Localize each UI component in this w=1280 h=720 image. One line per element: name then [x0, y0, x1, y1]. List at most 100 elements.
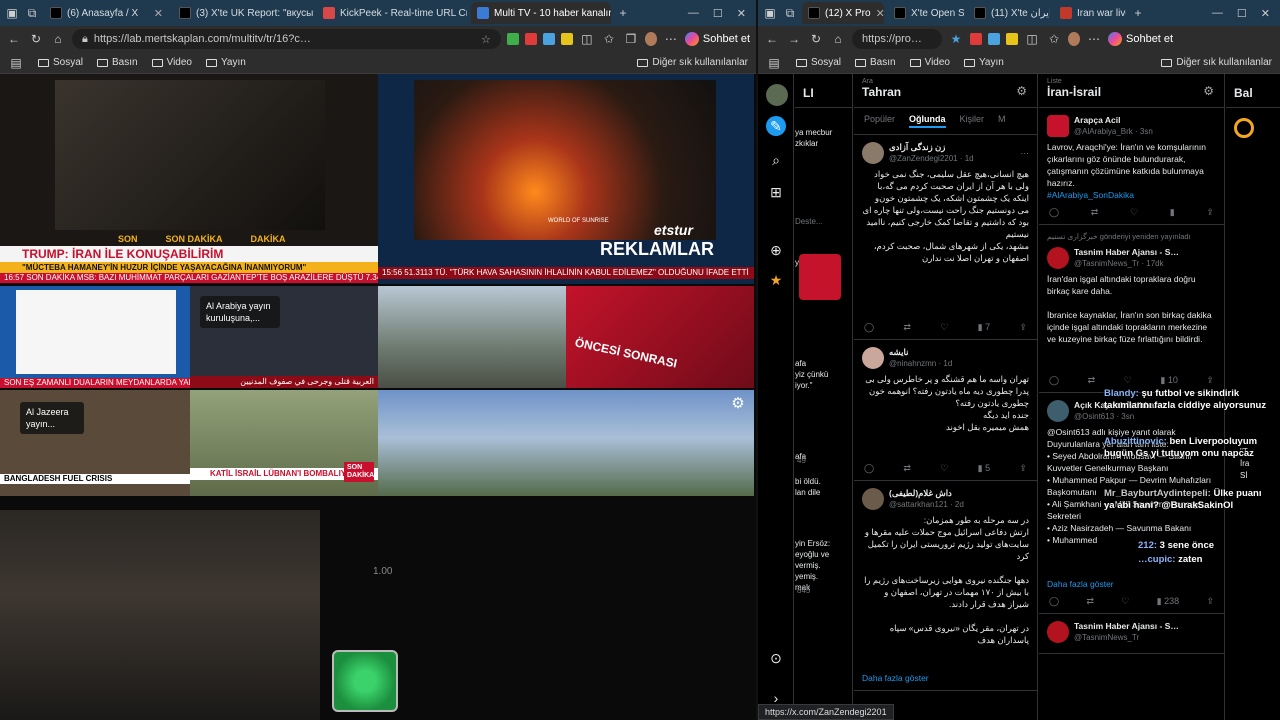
- retweet-icon[interactable]: ⇄: [903, 321, 911, 333]
- subtab-populer[interactable]: Popüler: [864, 114, 895, 128]
- tweet[interactable]: زن زندگی آزادی @ZanZendegi2201 · 1d ⋯ هی…: [854, 135, 1037, 340]
- extension-icon[interactable]: [524, 33, 537, 45]
- settings-gear-icon[interactable]: ⚙: [728, 394, 748, 414]
- tv-cell-cityscape[interactable]: [378, 286, 566, 388]
- copilot-button[interactable]: Sohbet et: [684, 32, 750, 46]
- forward-icon[interactable]: →: [786, 32, 802, 46]
- playback-speed[interactable]: 1.00: [373, 566, 392, 577]
- avatar[interactable]: [1047, 400, 1069, 422]
- reply-icon[interactable]: ◯: [1049, 206, 1059, 218]
- tab-xpro[interactable]: (12) X Pro ✕: [802, 2, 884, 24]
- tweet-handle[interactable]: @Osint613 · 3sn: [1074, 411, 1165, 423]
- account-avatar[interactable]: [766, 84, 788, 106]
- like-icon[interactable]: ♡: [1124, 374, 1132, 386]
- profile-avatar[interactable]: [644, 32, 657, 46]
- copilot-button[interactable]: Sohbet et: [1108, 32, 1173, 46]
- retweet-icon[interactable]: ⇄: [1086, 595, 1094, 607]
- views-icon[interactable]: ▮ 5: [978, 462, 990, 474]
- tweet-handle[interactable]: @TasnimNews_Tr: [1074, 632, 1179, 644]
- tv-cell-sketch[interactable]: SON EŞ ZAMANLI DUALARIN MEYDANLARDA YAPI…: [0, 286, 190, 388]
- share-icon[interactable]: ⇪: [1019, 462, 1027, 474]
- profile-avatar[interactable]: [1068, 32, 1080, 46]
- tab-iran[interactable]: (11) X'te ایران…: [968, 2, 1050, 24]
- share-icon[interactable]: ⇪: [1206, 595, 1214, 607]
- tab-iran-war-live[interactable]: Iran war live…: [1054, 2, 1126, 24]
- bookmark-folder-video[interactable]: Video: [151, 57, 192, 68]
- tweet[interactable]: Arapça Acil @AlArabiya_Brk · 3sn Lavrov,…: [1039, 108, 1224, 225]
- retweet-icon[interactable]: ⇄: [1091, 206, 1099, 218]
- bookmark-other-favorites[interactable]: Diğer sık kullanılanlar: [1161, 57, 1272, 68]
- minimize-icon[interactable]: —: [1212, 7, 1223, 20]
- tweet-author[interactable]: زن زندگی آزادی: [889, 141, 974, 153]
- avatar[interactable]: [1047, 247, 1069, 269]
- tab-actions-icon[interactable]: ⧉: [782, 6, 798, 21]
- reply-icon[interactable]: ◯: [1049, 374, 1059, 386]
- like-icon[interactable]: ♡: [1130, 206, 1138, 218]
- reading-list-icon[interactable]: ▤: [766, 56, 782, 70]
- retweet-icon[interactable]: ⇄: [1088, 374, 1096, 386]
- like-icon[interactable]: ♡: [940, 321, 948, 333]
- close-window-icon[interactable]: ✕: [737, 7, 746, 20]
- search-icon[interactable]: ⌕: [766, 150, 786, 170]
- reply-icon[interactable]: ◯: [1049, 595, 1059, 607]
- tv-cell-ad[interactable]: WORLD OF SUNRISE etstur REKLAMLAR 15:56 …: [378, 74, 754, 284]
- bookmark-folder-yayin[interactable]: Yayın: [964, 57, 1004, 68]
- avatar[interactable]: [862, 488, 884, 510]
- tv-cell-alarabiya[interactable]: Al Arabiya yayın kuruluşuna,... العربية …: [190, 286, 378, 388]
- views-icon[interactable]: ▮ 7: [978, 321, 990, 333]
- reply-icon[interactable]: ◯: [864, 462, 874, 474]
- tweet[interactable]: نایشه @ninahnzmn · 1d تهران واسه ما هم ق…: [854, 340, 1037, 481]
- workspaces-icon[interactable]: ▣: [4, 6, 20, 20]
- close-icon[interactable]: ✕: [876, 7, 884, 20]
- tweet-author[interactable]: Tasnim Haber Ajansı - S…: [1074, 620, 1179, 632]
- tab-multitv[interactable]: Multi TV - 10 haber kanalını… ✕: [471, 2, 611, 24]
- avatar[interactable]: [862, 142, 884, 164]
- add-column-icon[interactable]: ⊞: [766, 182, 786, 202]
- reply-icon[interactable]: ◯: [864, 321, 874, 333]
- tv-cell-lubnan[interactable]: KATİL İSRAİL LÜBNAN'I BOMBALIYOR SON DAK…: [190, 390, 378, 496]
- tweet-handle[interactable]: @ZanZendegi2201 · 1d: [889, 153, 974, 165]
- extension-icon[interactable]: [988, 33, 1000, 45]
- tweet-author[interactable]: نایشه: [889, 346, 952, 358]
- tweet[interactable]: داش غلام(لطیفی) @sattarkhan121 · 2d در س…: [854, 481, 1037, 691]
- more-icon[interactable]: ⋯: [1086, 32, 1102, 46]
- url-field[interactable]: 🔒︎ https://lab.mertskaplan.com/multitv/t…: [72, 29, 501, 49]
- extension-icon[interactable]: [970, 33, 982, 45]
- minimize-icon[interactable]: —: [688, 7, 699, 20]
- favorite-star-filled-icon[interactable]: ★: [948, 32, 964, 46]
- like-icon[interactable]: ♡: [940, 462, 948, 474]
- bookmark-folder-yayin[interactable]: Yayın: [206, 57, 246, 68]
- favorites-icon[interactable]: ✩: [601, 32, 617, 46]
- views-icon[interactable]: ▮: [1170, 206, 1175, 218]
- tweet-handle[interactable]: @AlArabiya_Brk · 3sn: [1074, 126, 1153, 138]
- extension-icon[interactable]: [542, 33, 555, 45]
- avatar[interactable]: [1047, 621, 1069, 643]
- tv-cell-oncesi-sonrasi[interactable]: ÖNCESİ SONRASI: [566, 286, 754, 388]
- tab-actions-icon[interactable]: ⧉: [24, 6, 40, 21]
- extension-icon[interactable]: [1006, 33, 1018, 45]
- tab-kickpeek[interactable]: KickPeek - Real-time URL Cr… ✕: [317, 2, 467, 24]
- share-icon[interactable]: ⇪: [1206, 374, 1214, 386]
- views-icon[interactable]: ▮ 238: [1157, 595, 1179, 607]
- show-more-link[interactable]: Daha fazla göster: [1047, 578, 1216, 590]
- more-icon[interactable]: ⋯: [663, 32, 679, 46]
- bookmark-folder-sosyal[interactable]: Sosyal: [796, 57, 841, 68]
- tv-cell-aljazeera[interactable]: Al Jazeera yayın... BANGLADESH FUEL CRIS…: [0, 390, 190, 496]
- split-screen-icon[interactable]: ◫: [579, 32, 595, 46]
- share-icon[interactable]: ⇪: [1206, 206, 1214, 218]
- bookmark-other-favorites[interactable]: Diğer sık kullanılanlar: [637, 57, 748, 68]
- compose-icon[interactable]: ✎: [766, 116, 786, 136]
- tweet-author[interactable]: Arapça Acil: [1074, 114, 1153, 126]
- avatar[interactable]: [862, 347, 884, 369]
- share-icon[interactable]: ⇪: [1019, 321, 1027, 333]
- bookmark-folder-basin[interactable]: Basın: [97, 57, 138, 68]
- favorite-star-icon[interactable]: ☆: [481, 33, 491, 46]
- tweet-handle[interactable]: @ninahnzmn · 1d: [889, 358, 952, 370]
- maximize-icon[interactable]: ☐: [713, 7, 723, 20]
- reading-list-icon[interactable]: ▤: [8, 56, 24, 70]
- close-window-icon[interactable]: ✕: [1261, 7, 1270, 20]
- like-icon[interactable]: ♡: [1121, 595, 1129, 607]
- show-more-link[interactable]: Daha fazla göster: [862, 672, 1029, 684]
- star-icon[interactable]: ★: [766, 270, 786, 290]
- tweet-handle[interactable]: @TasnimNews_Tr · 17dk: [1074, 258, 1179, 270]
